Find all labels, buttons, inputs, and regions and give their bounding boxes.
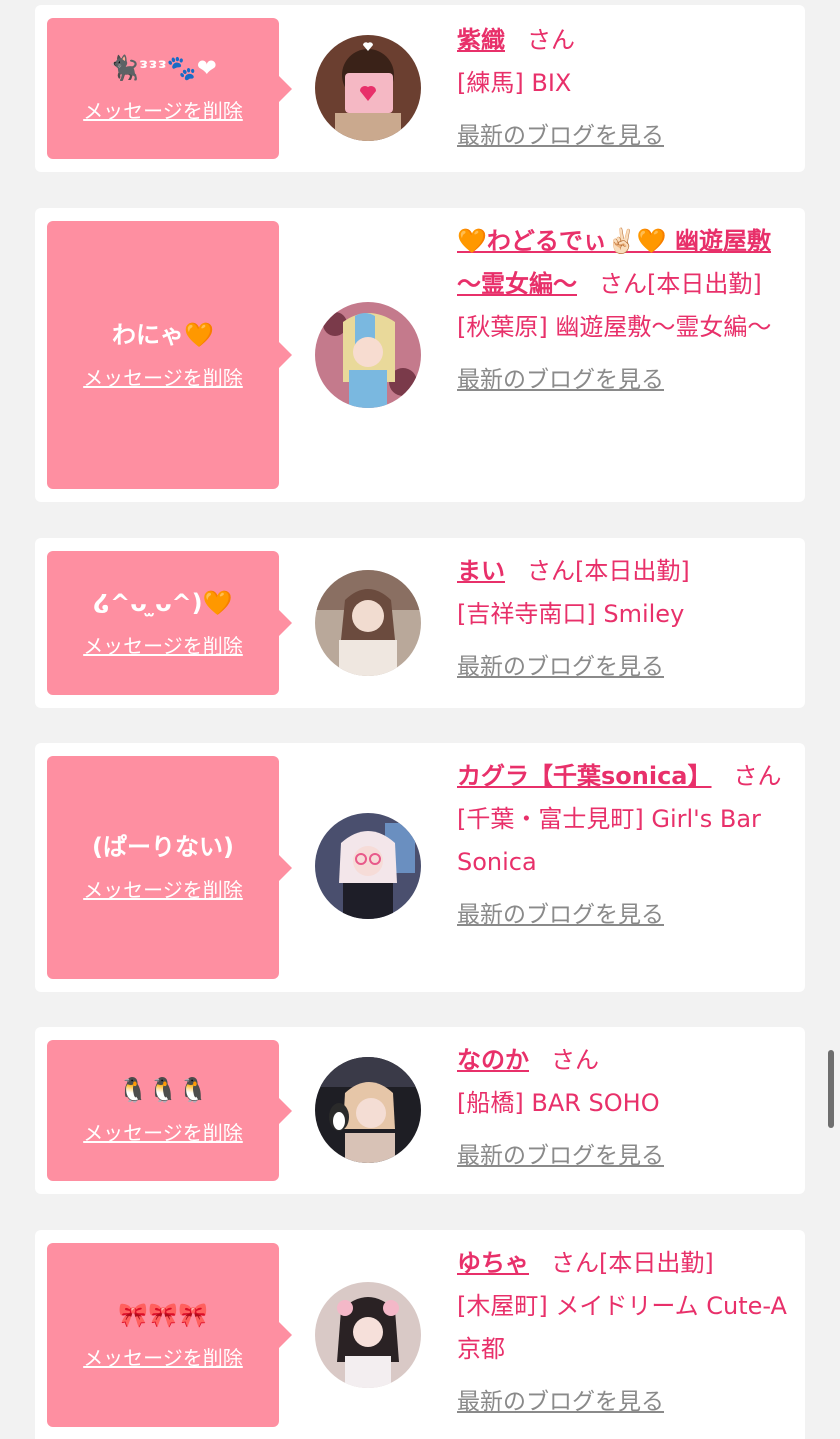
delete-message-link[interactable]: メッセージを削除 — [83, 95, 243, 124]
delete-message-link[interactable]: メッセージを削除 — [83, 1117, 243, 1146]
message-bubble: ໒^ᴗ ̫ᴗ^)🧡 メッセージを削除 — [47, 551, 292, 695]
delete-message-link[interactable]: メッセージを削除 — [83, 630, 243, 659]
cast-card: わにゃ🧡 メッセージを削除 🧡わどるでぃ✌🏻🧡 幽遊屋敷 〜霊女編〜 さん[本日出… — [35, 208, 805, 502]
message-bubble: わにゃ🧡 メッセージを削除 — [47, 221, 292, 489]
cast-info: ゆちゃ さん[本日出勤] [木屋町] メイドリーム Cute-A 京都 最新のブロ… — [457, 1242, 793, 1424]
cast-info: カグラ【千葉sonica】 さん [千葉・富士見町] Girl's Bar Son… — [457, 755, 793, 937]
cast-name-link[interactable]: まい — [457, 557, 505, 585]
cast-info: まい さん[本日出勤] [吉祥寺南口] Smiley 最新のブログを見る — [457, 550, 793, 689]
working-today-badge: [本日出勤] — [575, 557, 690, 585]
cast-name-link[interactable]: ゆちゃ — [457, 1249, 529, 1277]
shop-name: [秋葉原] 幽遊屋敷〜霊女編〜 — [457, 313, 772, 341]
avatar[interactable] — [315, 1057, 421, 1163]
message-bubble: 🎀🎀🎀 メッセージを削除 — [47, 1243, 292, 1427]
cast-card: 🎀🎀🎀 メッセージを削除 ゆちゃ さん[本日出勤] [木屋町] メイドリーム Cu… — [35, 1230, 805, 1439]
shop-name: [練馬] BIX — [457, 69, 572, 97]
avatar[interactable] — [315, 35, 421, 141]
working-today-badge: [本日出勤] — [647, 270, 762, 298]
cast-name-link[interactable]: 紫織 — [457, 26, 505, 54]
cast-info: 🧡わどるでぃ✌🏻🧡 幽遊屋敷 〜霊女編〜 さん[本日出勤] [秋葉原] 幽遊屋敷〜… — [457, 220, 793, 402]
message-text: (ぱーりない) — [92, 833, 234, 861]
honorific: さん — [527, 557, 575, 585]
cast-name-link[interactable]: なのか — [457, 1046, 529, 1074]
avatar[interactable] — [315, 570, 421, 676]
shop-name: [木屋町] メイドリーム Cute-A 京都 — [457, 1292, 787, 1363]
cast-info: なのか さん [船橋] BAR SOHO 最新のブログを見る — [457, 1039, 793, 1178]
view-blog-link[interactable]: 最新のブログを見る — [457, 894, 664, 937]
avatar[interactable] — [315, 1282, 421, 1388]
cast-info: 紫織 さん [練馬] BIX 最新のブログを見る — [457, 19, 793, 158]
delete-message-link[interactable]: メッセージを削除 — [83, 874, 243, 903]
honorific: さん — [551, 1046, 599, 1074]
scrollbar[interactable] — [828, 1050, 834, 1128]
cast-card: ໒^ᴗ ̫ᴗ^)🧡 メッセージを削除 まい さん[本日出勤] [吉祥寺南口] Sm… — [35, 538, 805, 708]
message-bubble: 🐧🐧🐧 メッセージを削除 — [47, 1040, 292, 1181]
shop-name: [船橋] BAR SOHO — [457, 1089, 660, 1117]
delete-message-link[interactable]: メッセージを削除 — [83, 1342, 243, 1371]
avatar[interactable] — [315, 302, 421, 408]
shop-name: [千葉・富士見町] Girl's Bar Sonica — [457, 805, 761, 876]
favorite-cast-list: 🐈‍⬛ᵌᵌᵌ🐾❤ メッセージを削除 紫織 さん [練馬] BIX 最新のブログを見… — [0, 0, 840, 1439]
message-bubble: (ぱーりない) メッセージを削除 — [47, 756, 292, 979]
cast-card: 🐈‍⬛ᵌᵌᵌ🐾❤ メッセージを削除 紫織 さん [練馬] BIX 最新のブログを見… — [35, 5, 805, 172]
message-text: ໒^ᴗ ̫ᴗ^)🧡 — [93, 588, 233, 617]
cast-card: (ぱーりない) メッセージを削除 カグラ【千葉sonica】 さん [千葉・富士見… — [35, 743, 805, 992]
message-text: 🐈‍⬛ᵌᵌᵌ🐾❤ — [109, 54, 217, 82]
message-text: 🎀🎀🎀 — [118, 1300, 208, 1329]
delete-message-link[interactable]: メッセージを削除 — [83, 362, 243, 391]
honorific: さん — [551, 1249, 599, 1277]
honorific: さん — [599, 270, 647, 298]
view-blog-link[interactable]: 最新のブログを見る — [457, 115, 664, 158]
view-blog-link[interactable]: 最新のブログを見る — [457, 1381, 664, 1424]
message-text: わにゃ🧡 — [112, 320, 214, 349]
avatar[interactable] — [315, 813, 421, 919]
honorific: さん — [527, 26, 575, 54]
view-blog-link[interactable]: 最新のブログを見る — [457, 646, 664, 689]
cast-name-link[interactable]: カグラ【千葉sonica】 — [457, 762, 712, 790]
message-text: 🐧🐧🐧 — [118, 1076, 208, 1104]
honorific: さん — [733, 762, 782, 790]
cast-card: 🐧🐧🐧 メッセージを削除 なのか さん [船橋] BAR SOHO 最新のブログを… — [35, 1027, 805, 1194]
working-today-badge: [本日出勤] — [599, 1249, 714, 1277]
view-blog-link[interactable]: 最新のブログを見る — [457, 1135, 664, 1178]
view-blog-link[interactable]: 最新のブログを見る — [457, 359, 664, 402]
shop-name: [吉祥寺南口] Smiley — [457, 600, 685, 628]
message-bubble: 🐈‍⬛ᵌᵌᵌ🐾❤ メッセージを削除 — [47, 18, 292, 159]
